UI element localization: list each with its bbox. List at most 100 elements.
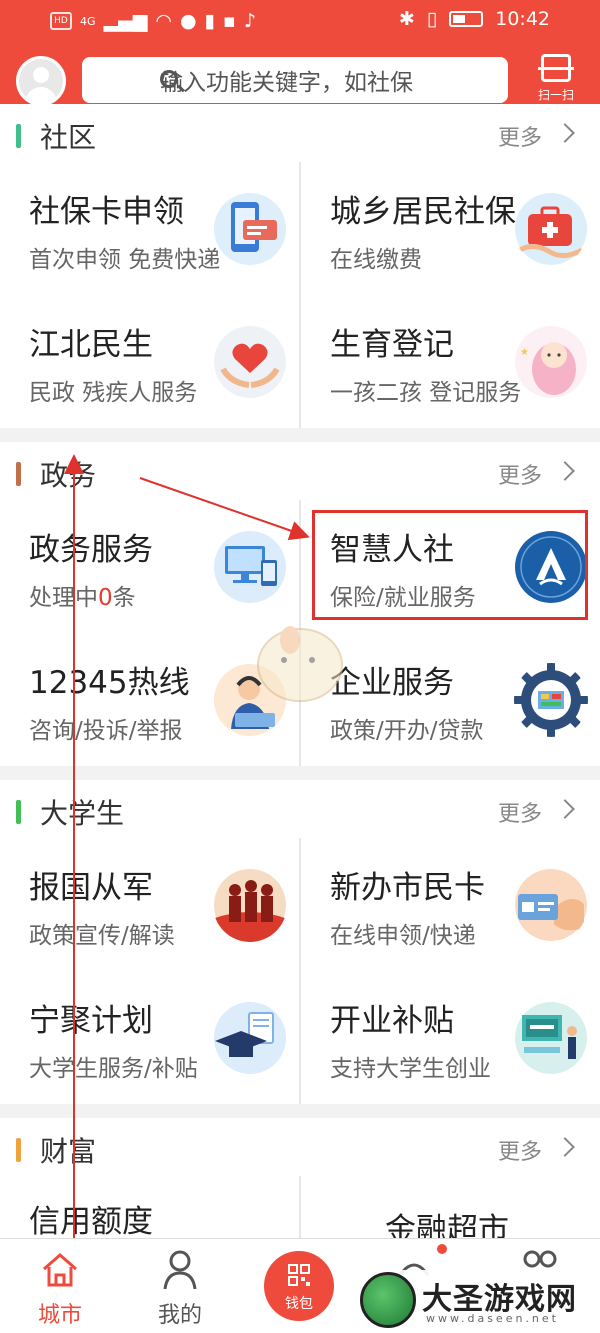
service-item-citizen-card[interactable]: 新办市民卡 在线申领/快递: [301, 838, 600, 971]
music-icon: ♪: [243, 10, 257, 32]
service-subtitle: 政策宣传/解读: [29, 923, 175, 949]
service-subtitle: 民政 残疾人服务: [29, 380, 198, 406]
watermark-url: www.daseen.net: [426, 1312, 559, 1325]
service-name: 信用额度: [29, 1204, 153, 1238]
service-item-hotline-12345[interactable]: 12345热线 咨询/投诉/举报: [0, 633, 299, 766]
tab-wallet[interactable]: 钱包: [264, 1251, 334, 1321]
search-input[interactable]: 输入功能关键字，如社保: [82, 57, 508, 103]
section-header-students: 大学生 更多: [0, 780, 600, 840]
signal-icon: ▂▄▆: [103, 10, 148, 32]
service-item-social-card[interactable]: 社保卡申领 首次申领 免费快递: [0, 162, 299, 295]
section-accent: [16, 124, 21, 148]
section-accent: [16, 462, 21, 486]
service-grid-students: 报国从军 政策宣传/解读 新办市民卡 在线申领/快递 宁聚计划 大学生服务/补贴: [0, 838, 600, 1104]
baby-icon: ★: [515, 326, 587, 398]
subtitle-suffix: 条: [112, 585, 136, 611]
service-name: 城乡居民社保: [330, 194, 516, 230]
service-subtitle: 在线缴费: [330, 247, 422, 273]
message-icon: ●: [179, 10, 197, 32]
more-link[interactable]: 更多: [498, 120, 542, 152]
service-name: 江北民生: [29, 327, 153, 363]
service-name: 生育登记: [330, 327, 454, 363]
highlight-box: [312, 510, 588, 620]
home-icon: [43, 1253, 77, 1287]
more-link[interactable]: 更多: [498, 1134, 542, 1166]
watermark-logo-icon: [360, 1272, 416, 1328]
avatar[interactable]: [16, 56, 66, 106]
medical-kit-icon: [515, 193, 587, 265]
service-item-ningju-plan[interactable]: 宁聚计划 大学生服务/补贴: [0, 971, 299, 1104]
chevron-right-icon: [555, 461, 575, 481]
more-link[interactable]: 更多: [498, 458, 542, 490]
vibrate-icon: ▯: [426, 8, 438, 30]
section-accent: [16, 800, 21, 824]
service-subtitle: 首次申领 免费快递: [29, 247, 221, 273]
subtitle-prefix: 处理中: [29, 585, 98, 611]
tab-city[interactable]: 城市: [0, 1239, 120, 1333]
hd-indicator: HD: [50, 12, 72, 30]
clock-text: 10:42: [495, 8, 550, 30]
citizen-card-icon: [515, 869, 587, 941]
service-item-government-services[interactable]: 政务服务 处理中0条: [0, 500, 299, 633]
wifi-icon: ◠: [155, 10, 172, 32]
service-subtitle: 大学生服务/补贴: [29, 1056, 198, 1082]
status-bar: HD 4G ▂▄▆ ◠ ● ▮ ▪ ♪ ✱ ▯ 10:42: [0, 0, 600, 44]
service-subtitle: 在线申领/快递: [330, 923, 476, 949]
battery-icon: [449, 11, 484, 27]
service-item-opening-subsidy[interactable]: 开业补贴 支持大学生创业: [301, 971, 600, 1104]
chevron-right-icon: [555, 123, 575, 143]
tab-mine[interactable]: 我的: [120, 1239, 240, 1333]
section-accent: [16, 1138, 21, 1162]
network-indicator: 4G: [80, 14, 96, 28]
more-link[interactable]: 更多: [498, 796, 542, 828]
search-placeholder: 输入功能关键字，如社保: [160, 70, 413, 96]
service-item-resident-insurance[interactable]: 城乡居民社保 在线缴费: [301, 162, 600, 295]
graduation-cap-icon: [214, 1002, 286, 1074]
service-item-finance-market[interactable]: 金融超市: [301, 1176, 600, 1238]
call-center-icon: [214, 664, 286, 736]
book-icon: ▮: [204, 10, 216, 32]
person-icon: [163, 1250, 197, 1290]
watermark: 大圣游戏网 www.daseen.net: [356, 1270, 596, 1330]
chevron-right-icon: [555, 1137, 575, 1157]
service-name: 开业补贴: [330, 1003, 454, 1039]
section-title: 财富: [40, 1135, 97, 1168]
service-item-jiangbei-livelihood[interactable]: 江北民生 民政 残疾人服务: [0, 295, 299, 428]
scan-icon: [538, 54, 574, 82]
top-bar: HD 4G ▂▄▆ ◠ ● ▮ ▪ ♪ ✱ ▯ 10:42 输入功能关键字，如社…: [0, 0, 600, 118]
search-icon: [160, 70, 178, 88]
bluetooth-icon: ✱: [398, 8, 415, 30]
service-name: 12345热线: [29, 665, 190, 701]
grand-opening-icon: [515, 1002, 587, 1074]
scan-label: 扫一扫: [537, 88, 574, 102]
app-icon: ▪: [223, 10, 236, 32]
scan-button[interactable]: 扫一扫: [528, 52, 584, 108]
section-header-government: 政务 更多: [0, 442, 600, 502]
computer-devices-icon: [214, 531, 286, 603]
service-item-birth-registration[interactable]: 生育登记 一孩二孩 登记服务 ★: [301, 295, 600, 428]
service-subtitle: 咨询/投诉/举报: [29, 718, 183, 744]
service-grid-wealth: 信用额度 金融超市: [0, 1176, 600, 1238]
soldiers-icon: [214, 869, 286, 942]
service-name: 金融超市: [385, 1212, 509, 1238]
notification-dot: [437, 1244, 447, 1254]
service-name: 企业服务: [330, 665, 454, 701]
heart-hands-icon: [214, 326, 286, 398]
service-item-credit-limit[interactable]: 信用额度: [0, 1176, 299, 1238]
tab-label: 我的: [157, 1303, 202, 1328]
service-name: 宁聚计划: [29, 1003, 153, 1039]
section-header-wealth: 财富 更多: [0, 1118, 600, 1178]
tab-label: 城市: [37, 1303, 82, 1328]
service-name: 政务服务: [29, 532, 153, 568]
wallet-icon: [288, 1264, 310, 1286]
service-subtitle: 支持大学生创业: [330, 1056, 491, 1082]
service-subtitle: 政策/开办/贷款: [330, 718, 484, 744]
gear-screen-icon: [514, 663, 588, 737]
section-title: 大学生: [40, 797, 125, 830]
service-item-enterprise-services[interactable]: 企业服务 政策/开办/贷款: [301, 633, 600, 766]
section-title: 政务: [40, 459, 97, 492]
chevron-right-icon: [555, 799, 575, 819]
service-item-military-service[interactable]: 报国从军 政策宣传/解读: [0, 838, 299, 971]
social-card-icon: [214, 193, 286, 265]
section-title: 社区: [40, 121, 97, 154]
